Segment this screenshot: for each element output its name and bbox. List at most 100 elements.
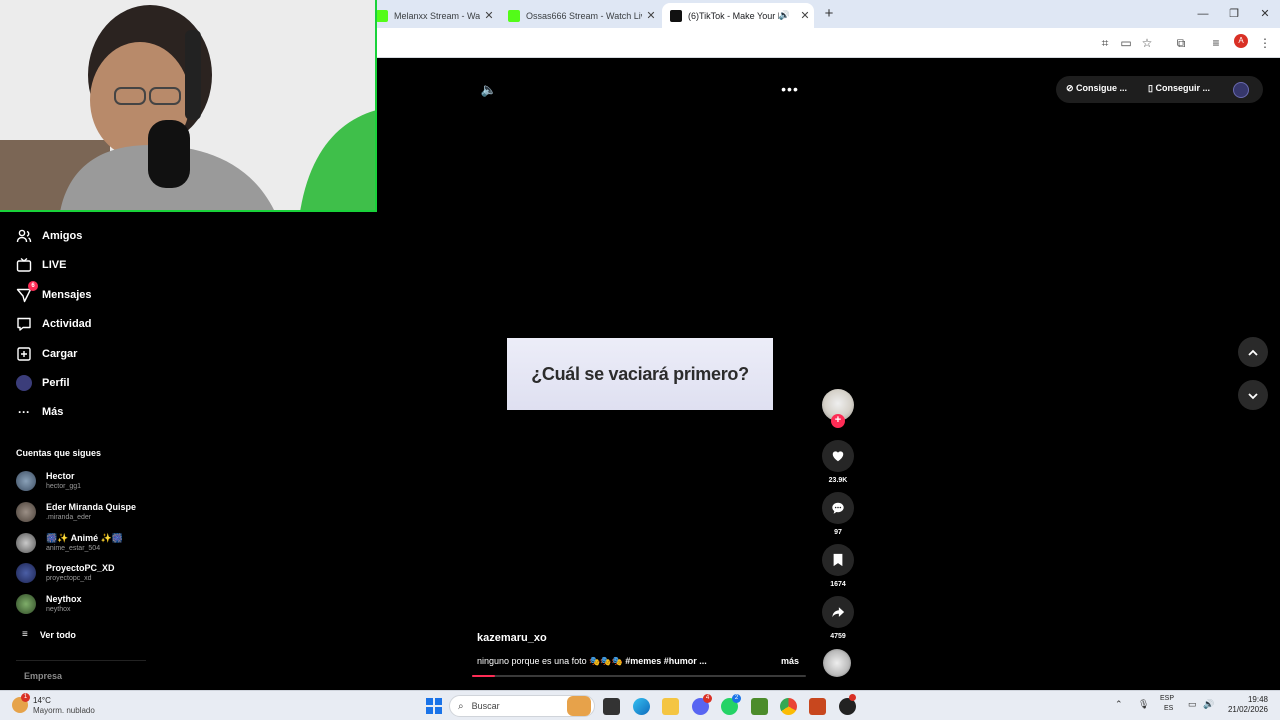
nav-item-upload[interactable]: Cargar bbox=[16, 343, 77, 365]
company-link[interactable]: Empresa bbox=[24, 671, 62, 681]
tiktok-favicon-icon bbox=[670, 9, 682, 22]
webcam-overlay bbox=[0, 0, 377, 212]
account-name: 🎆✨ Animé ✨🎆 bbox=[46, 533, 123, 543]
restore-window-button[interactable]: ❐ bbox=[1219, 4, 1249, 24]
get-coins-label: Consigue ... bbox=[1076, 83, 1128, 93]
task-view-icon[interactable] bbox=[603, 698, 620, 715]
upload-icon bbox=[16, 346, 32, 362]
speaker-icon[interactable]: 🔊 bbox=[1203, 699, 1214, 710]
cast-icon[interactable]: ▭ bbox=[1117, 34, 1135, 52]
close-tab-icon[interactable]: ✕ bbox=[642, 9, 660, 22]
like-button[interactable] bbox=[822, 440, 854, 472]
search-highlight-icon[interactable] bbox=[567, 696, 591, 716]
input-language[interactable]: ESP bbox=[1160, 695, 1174, 702]
account-handle: .miranda_eder bbox=[46, 514, 92, 521]
more-icon: ··· bbox=[18, 405, 30, 419]
chevron-up-icon bbox=[1248, 349, 1258, 356]
nav-item-activity[interactable]: Actividad bbox=[16, 313, 92, 335]
like-count: 23.9K bbox=[828, 477, 848, 484]
minecraft-icon[interactable] bbox=[751, 698, 768, 715]
profile-avatar bbox=[16, 375, 32, 391]
messages-icon: 6 bbox=[16, 281, 38, 303]
friends-icon bbox=[16, 228, 32, 244]
account-avatar bbox=[16, 502, 36, 522]
list-icon: ≡ bbox=[22, 629, 28, 640]
tab-melanxx-stream[interactable]: Melanxx Stream - Watch Live ✕ bbox=[368, 3, 498, 28]
weather-temperature: 14°C bbox=[33, 696, 51, 705]
search-placeholder: Buscar bbox=[471, 701, 500, 711]
media-control-icon[interactable]: ≡ bbox=[1207, 34, 1225, 52]
file-explorer-icon[interactable] bbox=[662, 698, 679, 715]
microphone-icon[interactable]: 🎙 bbox=[1138, 699, 1149, 710]
recording-indicator-icon bbox=[849, 694, 856, 701]
top-actions-bar: ⊘ Consigue ... ▯ Conseguir ... bbox=[1056, 76, 1263, 103]
tab-audio-icon[interactable]: 🔊 bbox=[779, 10, 790, 21]
tab-tiktok[interactable]: (6)TikTok - Make Your Day 🔊 ✕ bbox=[662, 3, 814, 28]
description-more-link[interactable]: más bbox=[781, 656, 799, 666]
get-app-button[interactable]: ▯ Conseguir ... bbox=[1148, 83, 1210, 94]
webcam-person-image bbox=[0, 0, 375, 210]
followed-account[interactable]: Eder Miranda Quispe .miranda_eder bbox=[16, 499, 136, 525]
chrome-icon[interactable] bbox=[780, 698, 797, 715]
music-disc[interactable] bbox=[823, 649, 851, 677]
new-tab-button[interactable]: + bbox=[820, 5, 838, 23]
whatsapp-badge: 2 bbox=[732, 694, 741, 703]
get-coins-button[interactable]: ⊘ Consigue ... bbox=[1066, 83, 1127, 94]
app-icon[interactable] bbox=[809, 698, 826, 715]
user-avatar[interactable] bbox=[1233, 82, 1249, 98]
clock-date: 21/02/2026 bbox=[1227, 705, 1268, 714]
share-button[interactable] bbox=[822, 596, 854, 628]
video-overlay-text: ¿Cuál se vaciará primero? bbox=[531, 363, 749, 384]
nav-label: Mensajes bbox=[42, 289, 92, 301]
save-button[interactable] bbox=[822, 544, 854, 576]
nav-item-friends[interactable]: Amigos bbox=[16, 225, 82, 247]
description-hashtags[interactable]: #memes #humor ... bbox=[625, 656, 707, 666]
bookmark-star-icon[interactable]: ☆ bbox=[1138, 34, 1156, 52]
browser-profile-avatar[interactable]: A bbox=[1234, 34, 1248, 48]
account-handle: hector_gg1 bbox=[46, 483, 82, 490]
previous-video-button[interactable] bbox=[1238, 337, 1268, 367]
nav-label: Amigos bbox=[42, 230, 83, 242]
account-avatar bbox=[16, 563, 36, 583]
extensions-icon[interactable]: ⧉ bbox=[1172, 34, 1190, 52]
discord-badge: 4 bbox=[703, 694, 712, 703]
comment-button[interactable] bbox=[822, 492, 854, 524]
followed-account[interactable]: 🎆✨ Animé ✨🎆 anime_estar_504 bbox=[16, 530, 123, 556]
tray-overflow-chevron-icon[interactable]: ⌃ bbox=[1115, 699, 1123, 710]
description-text: ninguno porque es una foto bbox=[477, 656, 590, 666]
nav-label: Perfil bbox=[42, 377, 70, 389]
clock-time[interactable]: 19:48 bbox=[1236, 695, 1268, 704]
start-button[interactable] bbox=[426, 698, 442, 714]
see-all-link[interactable]: ≡ Ver todo bbox=[22, 629, 76, 640]
live-icon bbox=[16, 257, 32, 273]
follow-button[interactable]: + bbox=[831, 414, 845, 428]
video-progress-bar[interactable] bbox=[472, 675, 806, 677]
translate-icon[interactable]: ⌗ bbox=[1096, 34, 1114, 52]
edge-browser-icon[interactable] bbox=[633, 698, 650, 715]
followed-account[interactable]: ProyectoPC_XD proyectopc_xd bbox=[16, 560, 115, 586]
nav-item-more[interactable]: ··· Más bbox=[16, 401, 63, 423]
messages-badge: 6 bbox=[28, 281, 38, 291]
network-icon[interactable]: ▭ bbox=[1188, 699, 1197, 710]
account-name: ProyectoPC_XD bbox=[46, 563, 115, 573]
tab-label: (6)TikTok - Make Your Day bbox=[688, 10, 779, 21]
close-tab-icon[interactable]: ✕ bbox=[796, 9, 814, 22]
bookmark-icon bbox=[833, 553, 843, 567]
next-video-button[interactable] bbox=[1238, 380, 1268, 410]
video-more-options-icon[interactable]: ••• bbox=[780, 81, 800, 99]
followed-account[interactable]: Hector hector_gg1 bbox=[16, 468, 81, 494]
nav-item-messages[interactable]: 6 Mensajes bbox=[16, 281, 92, 306]
minimize-window-button[interactable]: — bbox=[1188, 4, 1218, 24]
followed-account[interactable]: Neythox neythox bbox=[16, 591, 82, 617]
video-player[interactable]: ¿Cuál se vaciará primero? bbox=[507, 338, 773, 410]
nav-item-live[interactable]: LIVE bbox=[16, 254, 66, 276]
browser-menu-icon[interactable]: ⋮ bbox=[1256, 34, 1274, 52]
nav-item-profile[interactable]: Perfil bbox=[16, 372, 70, 394]
close-tab-icon[interactable]: ✕ bbox=[480, 9, 498, 22]
close-window-button[interactable]: ✕ bbox=[1250, 4, 1280, 24]
tab-ossas666-stream[interactable]: Ossas666 Stream - Watch Live ✕ bbox=[500, 3, 660, 28]
video-author[interactable]: kazemaru_xo bbox=[477, 632, 547, 644]
volume-icon[interactable]: 🔈 bbox=[480, 81, 498, 99]
windows-taskbar: 1 14°C Mayorm. nublado ⌕ Buscar 4 2 ⌃ 🎙 … bbox=[0, 690, 1280, 720]
input-layout: ES bbox=[1164, 705, 1174, 712]
